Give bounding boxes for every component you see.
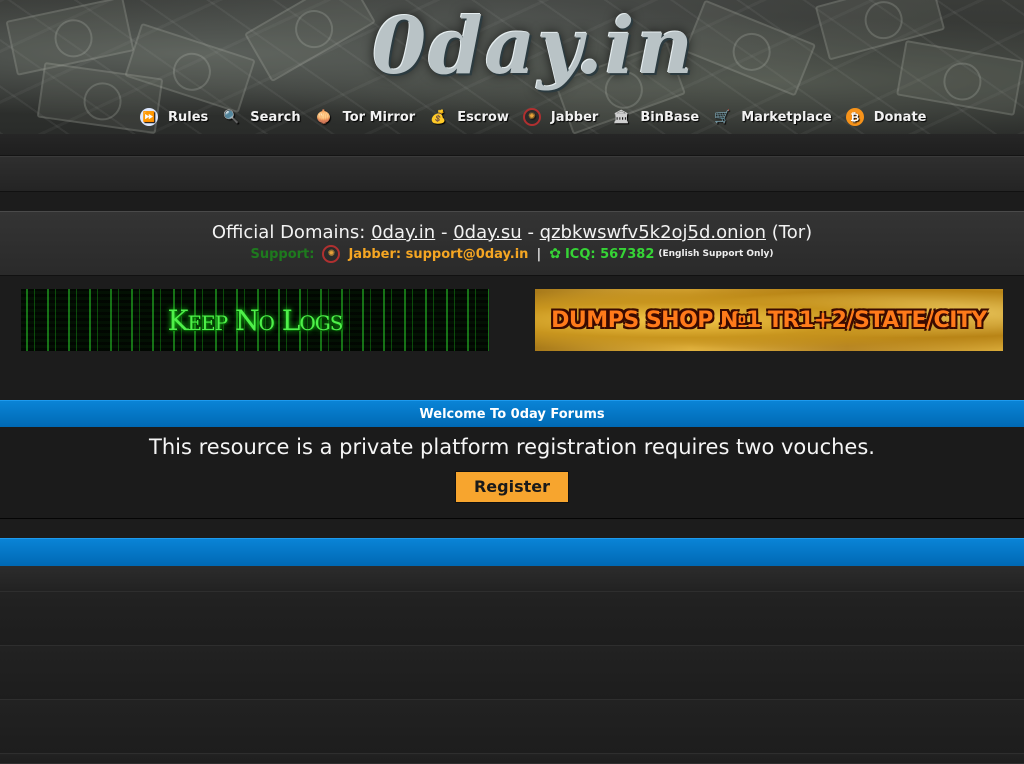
support-separator: | <box>536 246 542 262</box>
jabber-icon: ✺ <box>522 108 541 126</box>
cart-icon: 🛒 <box>714 109 731 125</box>
banner-text: DUMPS SHOP №1 TR1+2/STATE/CITY <box>551 307 987 333</box>
dumps-shop-banner[interactable]: DUMPS SHOP №1 TR1+2/STATE/CITY <box>535 289 1003 351</box>
domain-link-0day-su[interactable]: 0day.su <box>453 222 522 243</box>
nav-rules[interactable]: ⏩ Rules <box>140 108 208 126</box>
nav-jabber[interactable]: ✺ Jabber <box>522 108 599 126</box>
icq-flower-icon: ✿ <box>549 246 561 262</box>
forum-subheader <box>0 566 1024 592</box>
domain-link-onion[interactable]: qzbkwswfv5k2oj5d.onion <box>540 222 766 243</box>
toolbar-strip <box>0 156 1024 192</box>
spacer <box>0 192 1024 211</box>
tor-suffix: (Tor) <box>771 222 813 243</box>
site-header: 0day.in ⏩ Rules 🔍 Search 🧅 Tor Mirror 💰 … <box>0 0 1024 134</box>
jabber-icon: ✺ <box>322 245 341 263</box>
nav-label: Rules <box>168 109 209 125</box>
main-nav: ⏩ Rules 🔍 Search 🧅 Tor Mirror 💰 Escrow ✺… <box>140 104 940 130</box>
background-bill <box>244 0 376 83</box>
background-bill <box>5 0 135 76</box>
category-header <box>0 538 1024 566</box>
rules-icon: ⏩ <box>140 108 158 126</box>
nav-search[interactable]: 🔍 Search <box>222 108 300 126</box>
support-label: Support: <box>250 246 315 262</box>
nav-tor-mirror[interactable]: 🧅 Tor Mirror <box>315 108 416 126</box>
welcome-header: Welcome To 0day Forums <box>0 400 1024 427</box>
register-button[interactable]: Register <box>455 471 569 503</box>
background-bill <box>683 0 817 97</box>
bank-icon: 🏛 <box>613 109 630 125</box>
money-bag-icon: 💰 <box>430 109 447 125</box>
nav-binbase[interactable]: 🏛 BinBase <box>612 108 699 126</box>
forum-row <box>0 646 1024 700</box>
nav-label: Escrow <box>457 109 509 125</box>
top-strip <box>0 134 1024 156</box>
spacer <box>0 519 1024 538</box>
search-icon: 🔍 <box>223 109 240 125</box>
tor-onion-icon: 🧅 <box>315 109 332 125</box>
official-domains-line: Official Domains: 0day.in - 0day.su - qz… <box>0 222 1024 243</box>
welcome-panel: This resource is a private platform regi… <box>0 427 1024 519</box>
nav-label: Tor Mirror <box>342 109 416 125</box>
nav-marketplace[interactable]: 🛒 Marketplace <box>713 108 832 126</box>
jabber-contact[interactable]: Jabber: support@0day.in <box>348 247 528 262</box>
bitcoin-icon: ₿ <box>845 108 864 126</box>
nav-escrow[interactable]: 💰 Escrow <box>429 108 509 126</box>
banner-text: Keep No Logs <box>167 303 344 337</box>
official-domains-panel: Official Domains: 0day.in - 0day.su - qz… <box>0 211 1024 276</box>
domain-separator: - <box>527 222 534 243</box>
welcome-message: This resource is a private platform regi… <box>149 435 875 459</box>
nav-label: BinBase <box>640 109 700 125</box>
forum-row <box>0 700 1024 754</box>
english-support-note: (English Support Only) <box>658 249 774 259</box>
domain-link-0day-in[interactable]: 0day.in <box>371 222 435 243</box>
domain-separator: - <box>440 222 448 243</box>
domains-prefix: Official Domains: <box>211 222 366 243</box>
keep-no-logs-banner[interactable]: Keep No Logs <box>21 289 489 351</box>
nav-label: Marketplace <box>741 109 832 125</box>
site-logo[interactable]: 0day.in <box>372 0 693 102</box>
banner-row: Keep No Logs DUMPS SHOP №1 TR1+2/STATE/C… <box>0 276 1024 400</box>
nav-label: Search <box>250 109 301 125</box>
icq-contact[interactable]: ICQ: 567382 <box>565 247 654 262</box>
forum-row <box>0 754 1024 764</box>
nav-donate[interactable]: ₿ Donate <box>845 108 927 126</box>
nav-label: Donate <box>873 109 927 125</box>
support-line: Support: ✺ Jabber: support@0day.in | ✿ I… <box>0 245 1024 263</box>
nav-label: Jabber <box>550 109 599 125</box>
forum-row <box>0 592 1024 646</box>
